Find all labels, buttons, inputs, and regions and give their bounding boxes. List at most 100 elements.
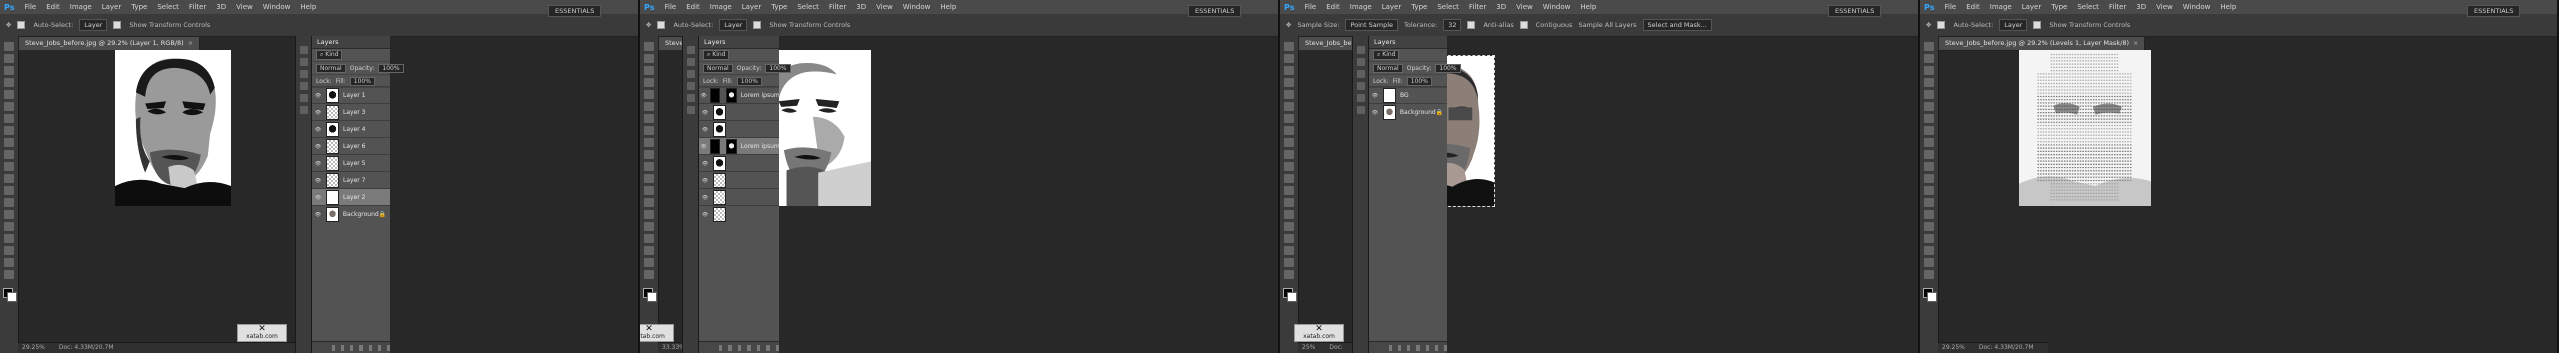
workspace-dropdown[interactable]: ESSENTIALS — [2467, 5, 2521, 17]
filter-kind-dropdown[interactable]: ⌕ Kind — [703, 50, 730, 60]
zoom-level[interactable]: 29.25% — [22, 344, 45, 351]
path-select-tool-icon[interactable] — [1924, 234, 1934, 243]
menu-image[interactable]: Image — [1350, 3, 1372, 11]
stamp-tool-icon[interactable] — [1924, 138, 1934, 147]
layer-row[interactable]: 👁 Lorem ipsum d... — [699, 86, 779, 104]
eraser-tool-icon[interactable] — [1924, 162, 1934, 171]
adjustments-icon[interactable] — [687, 70, 695, 78]
history-icon[interactable] — [300, 46, 308, 54]
menu-type[interactable]: Type — [2051, 3, 2067, 11]
lasso-tool-icon[interactable] — [1924, 66, 1934, 75]
paragraph-icon[interactable] — [687, 82, 695, 90]
healing-tool-icon[interactable] — [1924, 114, 1934, 123]
brush-presets-icon[interactable] — [300, 106, 308, 114]
visibility-eye-icon[interactable]: 👁 — [312, 178, 324, 184]
menu-image[interactable]: Image — [70, 3, 92, 11]
type-tool-icon[interactable] — [644, 222, 654, 231]
adjustments-icon[interactable] — [300, 70, 308, 78]
fx-icon[interactable] — [341, 344, 345, 351]
layer-row[interactable]: 👁 — [699, 154, 779, 172]
menu-3d[interactable]: 3D — [856, 3, 866, 11]
new-layer-icon[interactable] — [1434, 344, 1438, 351]
select-and-mask-button[interactable]: Select and Mask... — [1642, 19, 1712, 31]
current-tool-icon[interactable]: ✥ — [646, 21, 651, 29]
character-icon[interactable] — [1357, 94, 1365, 102]
healing-tool-icon[interactable] — [4, 114, 14, 123]
layer-row[interactable]: 👁 Layer 5 — [312, 154, 390, 172]
new-adjustment-icon[interactable] — [1416, 344, 1420, 351]
blur-tool-icon[interactable] — [644, 186, 654, 195]
menu-type[interactable]: Type — [1411, 3, 1427, 11]
menu-file[interactable]: File — [24, 3, 36, 11]
new-layer-icon[interactable] — [377, 344, 381, 351]
tolerance-input[interactable]: 32 — [1443, 19, 1462, 31]
layer-row[interactable]: 👁 Layer 6 — [312, 137, 390, 155]
new-layer-icon[interactable] — [766, 344, 770, 351]
blend-mode-dropdown[interactable]: Normal — [316, 63, 346, 73]
visibility-eye-icon[interactable]: 👁 — [312, 127, 324, 133]
add-mask-icon[interactable] — [737, 344, 742, 351]
background-color-swatch[interactable] — [1927, 292, 1937, 302]
menu-filter[interactable]: Filter — [1469, 3, 1486, 11]
menu-edit[interactable]: Edit — [686, 3, 700, 11]
menu-help[interactable]: Help — [940, 3, 956, 11]
filter-kind-dropdown[interactable]: ⌕ Kind — [316, 50, 343, 60]
path-select-tool-icon[interactable] — [644, 234, 654, 243]
menu-view[interactable]: View — [1516, 3, 1533, 11]
auto-select-dropdown[interactable]: Layer — [1999, 19, 2028, 31]
adjustments-icon[interactable] — [1357, 70, 1365, 78]
visibility-eye-icon[interactable]: 👁 — [1369, 93, 1381, 99]
hand-tool-icon[interactable] — [4, 258, 14, 267]
transform-controls-checkbox[interactable] — [2033, 21, 2043, 29]
menu-3d[interactable]: 3D — [216, 3, 226, 11]
menu-3d[interactable]: 3D — [1496, 3, 1506, 11]
quick-select-tool-icon[interactable] — [4, 78, 14, 87]
type-tool-icon[interactable] — [1284, 222, 1294, 231]
blend-mode-dropdown[interactable]: Normal — [703, 63, 733, 73]
visibility-eye-icon[interactable]: 👁 — [699, 178, 711, 184]
new-group-icon[interactable] — [1425, 344, 1429, 351]
blur-tool-icon[interactable] — [1284, 186, 1294, 195]
path-select-tool-icon[interactable] — [4, 234, 14, 243]
add-mask-icon[interactable] — [350, 344, 354, 351]
visibility-eye-icon[interactable]: 👁 — [312, 93, 324, 99]
visibility-eye-icon[interactable]: 👁 — [312, 144, 324, 150]
layer-row[interactable]: 👁 BG — [1369, 86, 1447, 104]
eraser-tool-icon[interactable] — [1284, 162, 1294, 171]
sample-all-layers-label[interactable]: Sample All Layers — [1578, 21, 1636, 29]
eraser-tool-icon[interactable] — [4, 162, 14, 171]
layer-row[interactable]: 👁 — [699, 188, 779, 206]
stamp-tool-icon[interactable] — [4, 138, 14, 147]
crop-tool-icon[interactable] — [644, 90, 654, 99]
layer-row[interactable]: 👁 — [699, 171, 779, 189]
pen-tool-icon[interactable] — [4, 210, 14, 219]
properties-icon[interactable] — [1357, 58, 1365, 66]
hand-tool-icon[interactable] — [1284, 258, 1294, 267]
new-adjustment-icon[interactable] — [747, 344, 751, 351]
visibility-eye-icon[interactable]: 👁 — [312, 195, 324, 201]
current-tool-icon[interactable]: ✥ — [6, 21, 11, 29]
gradient-tool-icon[interactable] — [4, 174, 14, 183]
delete-layer-icon[interactable] — [386, 344, 390, 351]
menu-layer[interactable]: Layer — [2022, 3, 2042, 11]
type-tool-icon[interactable] — [1924, 222, 1934, 231]
lasso-tool-icon[interactable] — [1284, 66, 1294, 75]
path-select-tool-icon[interactable] — [1284, 234, 1294, 243]
zoom-level[interactable]: 29.25% — [1942, 344, 1965, 351]
menu-view[interactable]: View — [236, 3, 253, 11]
blur-tool-icon[interactable] — [4, 186, 14, 195]
pen-tool-icon[interactable] — [1924, 210, 1934, 219]
eraser-tool-icon[interactable] — [644, 162, 654, 171]
fill-input[interactable]: 100% — [736, 76, 762, 86]
document-canvas[interactable] — [115, 50, 231, 206]
eyedropper-tool-icon[interactable] — [4, 102, 14, 111]
blend-mode-dropdown[interactable]: Normal — [1373, 63, 1403, 73]
fill-input[interactable]: 100% — [349, 76, 375, 86]
current-tool-icon[interactable]: ✥ — [1286, 21, 1291, 29]
transform-controls-checkbox[interactable] — [753, 21, 763, 29]
visibility-eye-icon[interactable]: 👁 — [699, 161, 711, 167]
zoom-tool-icon[interactable] — [4, 270, 14, 279]
menu-layer[interactable]: Layer — [102, 3, 122, 11]
layer-row[interactable]: 👁 Layer 1 — [312, 86, 390, 104]
quick-select-tool-icon[interactable] — [644, 78, 654, 87]
